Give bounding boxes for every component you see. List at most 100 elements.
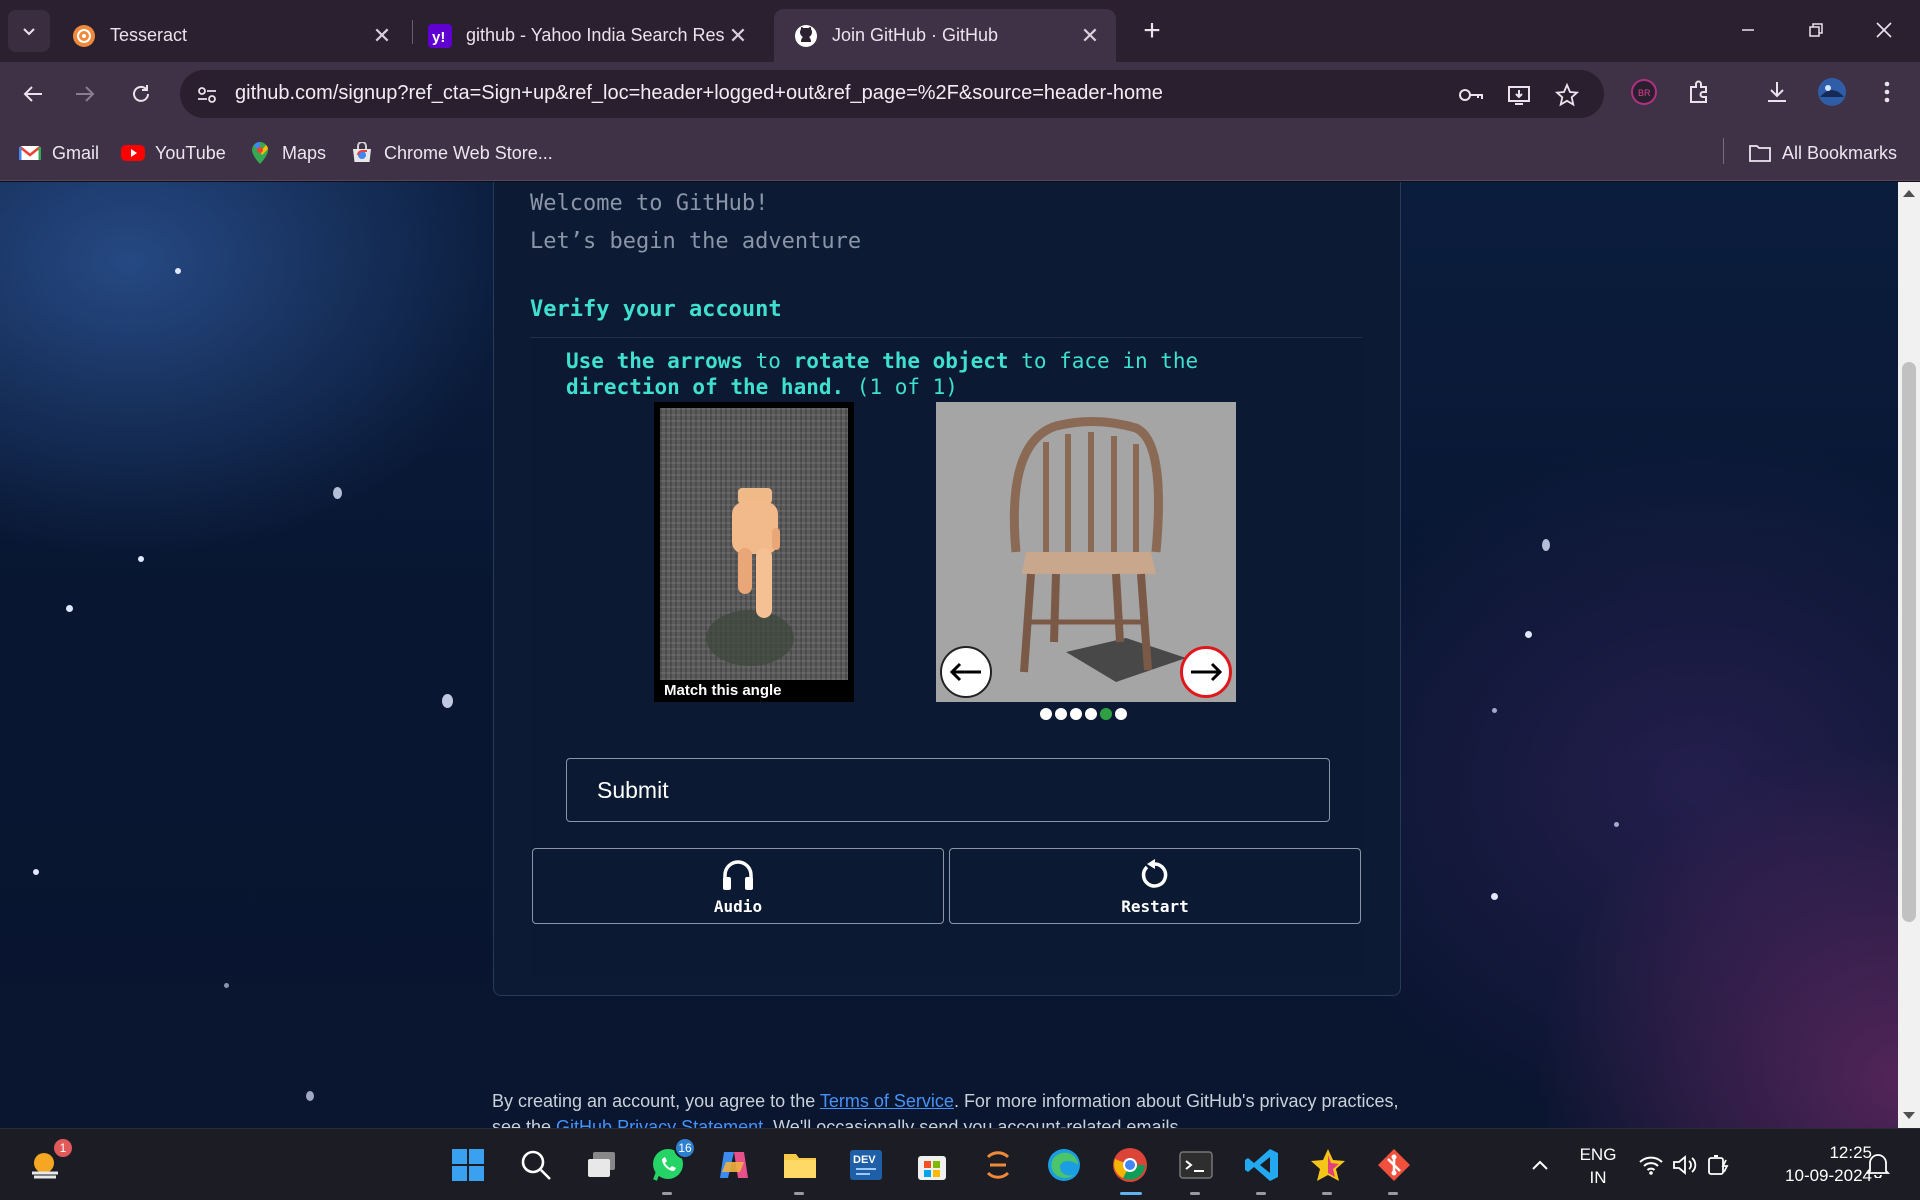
task-view-icon <box>588 1152 615 1177</box>
profile-avatar[interactable] <box>1815 75 1849 109</box>
scroll-down-arrow-icon[interactable] <box>1903 1112 1915 1119</box>
taskbar-favorites-app[interactable] <box>1306 1143 1350 1195</box>
bookmark-gmail[interactable]: Gmail <box>18 139 99 167</box>
chevron-down-icon <box>23 28 35 36</box>
background-star <box>1542 539 1550 551</box>
instruction-part: rotate the object <box>793 349 1009 373</box>
arrow-right-icon <box>1191 662 1223 682</box>
back-button[interactable] <box>13 74 53 114</box>
close-tab-icon[interactable]: ✕ <box>368 22 396 50</box>
downloads-icon[interactable] <box>1760 75 1794 109</box>
taskbar-microsoft-store[interactable] <box>910 1143 954 1187</box>
windows-logo-icon <box>452 1149 484 1181</box>
running-indicator <box>1256 1192 1266 1195</box>
time-label: 12:25 <box>1829 1143 1872 1162</box>
rotate-left-button[interactable] <box>940 646 992 698</box>
browser-menu-icon[interactable] <box>1870 75 1904 109</box>
taskbar-git-app[interactable] <box>1372 1143 1416 1195</box>
new-tab-button[interactable]: + <box>1135 14 1169 48</box>
chrome-web-store-icon <box>350 141 374 165</box>
progress-dot <box>1115 708 1127 720</box>
audio-label: Audio <box>713 897 763 916</box>
show-hidden-icons-button[interactable] <box>1518 1143 1562 1187</box>
all-bookmarks-button[interactable]: All Bookmarks <box>1748 139 1897 167</box>
adventure-subtitle: Let’s begin the adventure <box>530 229 862 254</box>
submit-button[interactable]: Submit <box>566 758 1330 822</box>
svg-text:y!: y! <box>432 29 445 46</box>
search-icon <box>521 1150 551 1180</box>
close-window-button[interactable] <box>1852 8 1916 52</box>
language-indicator[interactable]: ENG IN <box>1573 1143 1623 1189</box>
pointing-hand-icon <box>706 488 794 666</box>
arrow-left-icon <box>23 86 42 102</box>
close-tab-icon[interactable]: ✕ <box>724 22 752 50</box>
tab-yahoo-search[interactable]: y! github - Yahoo India Search Res ✕ <box>408 9 764 62</box>
terms-of-service-link[interactable]: Terms of Service <box>820 1091 954 1111</box>
rotate-right-button[interactable] <box>1180 646 1232 698</box>
scroll-up-arrow-icon[interactable] <box>1903 190 1915 197</box>
quick-settings-button[interactable] <box>1630 1143 1740 1187</box>
task-view-button[interactable] <box>580 1143 624 1187</box>
hand-photo <box>660 408 848 692</box>
password-key-icon[interactable] <box>1458 82 1484 108</box>
bookmark-label: Maps <box>282 142 327 163</box>
taskbar-terminal[interactable] <box>1174 1143 1218 1195</box>
install-app-icon[interactable] <box>1506 82 1532 108</box>
taskbar-eclipse[interactable] <box>976 1143 1020 1187</box>
taskbar-vscode[interactable] <box>1240 1143 1284 1195</box>
chrome-icon <box>1113 1148 1147 1182</box>
bookmark-youtube[interactable]: YouTube <box>121 139 226 167</box>
start-button[interactable] <box>446 1143 490 1187</box>
tab-tesseract[interactable]: Tesseract ✕ <box>52 9 408 62</box>
page-scrollbar[interactable] <box>1898 182 1920 1128</box>
site-settings-icon[interactable] <box>194 82 220 108</box>
dev-home-icon: DEV <box>850 1150 882 1180</box>
taskbar-edge[interactable] <box>1042 1143 1086 1187</box>
weather-widget[interactable]: 1 <box>24 1137 74 1187</box>
clock[interactable]: 12:25 10-09-2024 <box>1752 1141 1872 1187</box>
extension-profile-icon[interactable]: BR <box>1627 75 1661 109</box>
instruction-part: (1 of 1) <box>844 375 958 399</box>
privacy-statement-link[interactable]: GitHub Privacy Statement <box>556 1117 763 1128</box>
battery-charging-icon <box>1708 1155 1729 1175</box>
yahoo-icon: y! <box>428 23 452 48</box>
store-icon <box>918 1156 946 1180</box>
scrollbar-thumb[interactable] <box>1902 362 1916 922</box>
bookmark-maps[interactable]: Maps <box>248 139 326 167</box>
tab-join-github[interactable]: Join GitHub · GitHub ✕ <box>774 9 1116 62</box>
terminal-icon <box>1179 1151 1213 1179</box>
close-icon <box>1876 22 1892 38</box>
terms-text: By creating an account, you agree to the <box>492 1091 820 1111</box>
forward-button[interactable] <box>65 74 105 114</box>
notifications-button[interactable] <box>1856 1143 1900 1187</box>
instruction-part: to <box>743 349 794 373</box>
chevron-up-icon <box>1532 1160 1548 1170</box>
reload-button[interactable] <box>121 74 161 114</box>
taskbar-dev-home[interactable]: DEV <box>844 1143 888 1187</box>
captcha-instruction: Use the arrows to rotate the object to f… <box>566 348 1286 400</box>
url-text: github.com/signup?ref_cta=Sign+up&ref_lo… <box>235 82 1163 104</box>
close-tab-icon[interactable]: ✕ <box>1076 22 1104 50</box>
taskbar-file-explorer[interactable] <box>778 1143 822 1195</box>
running-indicator <box>662 1192 672 1195</box>
copilot-icon <box>720 1152 748 1178</box>
address-bar[interactable]: github.com/signup?ref_cta=Sign+up&ref_lo… <box>180 70 1604 118</box>
tab-search-button[interactable] <box>8 10 50 52</box>
restore-button[interactable] <box>1784 8 1848 52</box>
taskbar-chrome[interactable] <box>1108 1143 1152 1195</box>
bookmark-chrome-web-store[interactable]: Chrome Web Store... <box>350 139 553 167</box>
bookmark-star-icon[interactable] <box>1554 82 1580 108</box>
tab-title: Join GitHub · GitHub <box>832 25 999 45</box>
bookmarks-divider <box>1723 138 1724 164</box>
minimize-button[interactable] <box>1716 8 1780 52</box>
restart-icon <box>1137 857 1173 898</box>
taskbar-copilot[interactable] <box>712 1143 756 1187</box>
taskbar-search[interactable] <box>514 1143 558 1187</box>
extensions-puzzle-icon[interactable] <box>1682 75 1716 109</box>
background-star <box>33 869 39 875</box>
audio-button[interactable]: Audio <box>532 848 944 924</box>
restart-button[interactable]: Restart <box>949 848 1361 924</box>
progress-dot <box>1055 708 1067 720</box>
taskbar-whatsapp[interactable]: 16 <box>646 1137 696 1195</box>
running-indicator <box>794 1192 804 1195</box>
